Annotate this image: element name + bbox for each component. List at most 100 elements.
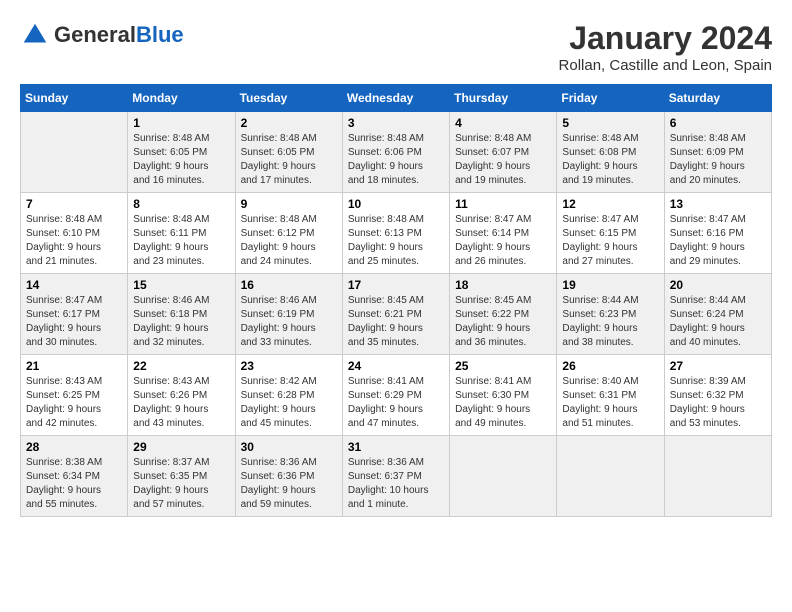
day-content: Sunrise: 8:46 AM Sunset: 6:19 PM Dayligh… xyxy=(241,294,337,350)
calendar-cell xyxy=(557,436,664,517)
day-content: Sunrise: 8:42 AM Sunset: 6:28 PM Dayligh… xyxy=(241,375,337,431)
day-content: Sunrise: 8:48 AM Sunset: 6:13 PM Dayligh… xyxy=(348,213,444,269)
day-header-thursday: Thursday xyxy=(450,85,557,112)
day-content: Sunrise: 8:48 AM Sunset: 6:08 PM Dayligh… xyxy=(562,132,658,188)
day-content: Sunrise: 8:47 AM Sunset: 6:15 PM Dayligh… xyxy=(562,213,658,269)
day-number: 22 xyxy=(133,359,229,373)
day-content: Sunrise: 8:43 AM Sunset: 6:26 PM Dayligh… xyxy=(133,375,229,431)
calendar-cell: 30 Sunrise: 8:36 AM Sunset: 6:36 PM Dayli… xyxy=(235,436,342,517)
calendar-cell: 1 Sunrise: 8:48 AM Sunset: 6:05 PM Daylig… xyxy=(128,112,235,193)
calendar-cell: 17 Sunrise: 8:45 AM Sunset: 6:21 PM Dayli… xyxy=(342,274,449,355)
day-number: 2 xyxy=(241,116,337,130)
calendar-cell: 27Sunrise: 8:39 AM Sunset: 6:32 PM Dayli… xyxy=(664,355,771,436)
calendar-cell: 4Sunrise: 8:48 AM Sunset: 6:07 PM Daylig… xyxy=(450,112,557,193)
day-number: 20 xyxy=(670,278,766,292)
calendar-cell: 9 Sunrise: 8:48 AM Sunset: 6:12 PM Daylig… xyxy=(235,193,342,274)
calendar-header-row: SundayMondayTuesdayWednesdayThursdayFrid… xyxy=(21,85,772,112)
day-number: 11 xyxy=(455,197,551,211)
day-content: Sunrise: 8:45 AM Sunset: 6:21 PM Dayligh… xyxy=(348,294,444,350)
day-content: Sunrise: 8:41 AM Sunset: 6:29 PM Dayligh… xyxy=(348,375,444,431)
day-number: 15 xyxy=(133,278,229,292)
day-number: 1 xyxy=(133,116,229,130)
calendar-week-row: 21 Sunrise: 8:43 AM Sunset: 6:25 PM Dayli… xyxy=(21,355,772,436)
day-header-friday: Friday xyxy=(557,85,664,112)
day-content: Sunrise: 8:48 AM Sunset: 6:12 PM Dayligh… xyxy=(241,213,337,269)
calendar-cell: 23 Sunrise: 8:42 AM Sunset: 6:28 PM Dayli… xyxy=(235,355,342,436)
day-header-tuesday: Tuesday xyxy=(235,85,342,112)
calendar-cell: 15Sunrise: 8:46 AM Sunset: 6:18 PM Dayli… xyxy=(128,274,235,355)
logo-blue-text: Blue xyxy=(136,22,184,47)
day-content: Sunrise: 8:48 AM Sunset: 6:05 PM Dayligh… xyxy=(133,132,229,188)
day-content: Sunrise: 8:44 AM Sunset: 6:24 PM Dayligh… xyxy=(670,294,766,350)
day-header-monday: Monday xyxy=(128,85,235,112)
day-content: Sunrise: 8:36 AM Sunset: 6:37 PM Dayligh… xyxy=(348,456,444,512)
day-number: 7 xyxy=(26,197,122,211)
calendar-week-row: 28 Sunrise: 8:38 AM Sunset: 6:34 PM Dayli… xyxy=(21,436,772,517)
day-number: 14 xyxy=(26,278,122,292)
calendar-cell xyxy=(450,436,557,517)
calendar-cell: 10 Sunrise: 8:48 AM Sunset: 6:13 PM Dayli… xyxy=(342,193,449,274)
calendar-cell: 20 Sunrise: 8:44 AM Sunset: 6:24 PM Dayli… xyxy=(664,274,771,355)
day-content: Sunrise: 8:40 AM Sunset: 6:31 PM Dayligh… xyxy=(562,375,658,431)
day-content: Sunrise: 8:44 AM Sunset: 6:23 PM Dayligh… xyxy=(562,294,658,350)
day-number: 30 xyxy=(241,440,337,454)
calendar-cell: 19Sunrise: 8:44 AM Sunset: 6:23 PM Dayli… xyxy=(557,274,664,355)
day-number: 27 xyxy=(670,359,766,373)
location-title: Rollan, Castille and Leon, Spain xyxy=(559,57,772,74)
calendar-cell: 22 Sunrise: 8:43 AM Sunset: 6:26 PM Dayli… xyxy=(128,355,235,436)
day-content: Sunrise: 8:36 AM Sunset: 6:36 PM Dayligh… xyxy=(241,456,337,512)
day-number: 3 xyxy=(348,116,444,130)
logo: GeneralBlue xyxy=(20,20,184,50)
calendar-cell: 11 Sunrise: 8:47 AM Sunset: 6:14 PM Dayli… xyxy=(450,193,557,274)
day-number: 28 xyxy=(26,440,122,454)
calendar-cell: 25 Sunrise: 8:41 AM Sunset: 6:30 PM Dayli… xyxy=(450,355,557,436)
day-content: Sunrise: 8:47 AM Sunset: 6:16 PM Dayligh… xyxy=(670,213,766,269)
day-header-sunday: Sunday xyxy=(21,85,128,112)
day-content: Sunrise: 8:48 AM Sunset: 6:11 PM Dayligh… xyxy=(133,213,229,269)
day-number: 23 xyxy=(241,359,337,373)
calendar-cell: 24Sunrise: 8:41 AM Sunset: 6:29 PM Dayli… xyxy=(342,355,449,436)
day-number: 25 xyxy=(455,359,551,373)
day-content: Sunrise: 8:45 AM Sunset: 6:22 PM Dayligh… xyxy=(455,294,551,350)
day-number: 21 xyxy=(26,359,122,373)
calendar-cell: 29Sunrise: 8:37 AM Sunset: 6:35 PM Dayli… xyxy=(128,436,235,517)
calendar-cell: 28 Sunrise: 8:38 AM Sunset: 6:34 PM Dayli… xyxy=(21,436,128,517)
day-number: 12 xyxy=(562,197,658,211)
day-content: Sunrise: 8:48 AM Sunset: 6:10 PM Dayligh… xyxy=(26,213,122,269)
day-number: 26 xyxy=(562,359,658,373)
day-number: 13 xyxy=(670,197,766,211)
day-content: Sunrise: 8:43 AM Sunset: 6:25 PM Dayligh… xyxy=(26,375,122,431)
calendar-cell: 12 Sunrise: 8:47 AM Sunset: 6:15 PM Dayli… xyxy=(557,193,664,274)
calendar-cell: 8Sunrise: 8:48 AM Sunset: 6:11 PM Daylig… xyxy=(128,193,235,274)
calendar-cell xyxy=(21,112,128,193)
day-number: 17 xyxy=(348,278,444,292)
day-number: 6 xyxy=(670,116,766,130)
calendar-week-row: 1 Sunrise: 8:48 AM Sunset: 6:05 PM Daylig… xyxy=(21,112,772,193)
day-number: 16 xyxy=(241,278,337,292)
day-number: 18 xyxy=(455,278,551,292)
calendar-week-row: 7 Sunrise: 8:48 AM Sunset: 6:10 PM Daylig… xyxy=(21,193,772,274)
day-number: 5 xyxy=(562,116,658,130)
calendar-cell: 21 Sunrise: 8:43 AM Sunset: 6:25 PM Dayli… xyxy=(21,355,128,436)
calendar-cell: 14 Sunrise: 8:47 AM Sunset: 6:17 PM Dayli… xyxy=(21,274,128,355)
day-content: Sunrise: 8:48 AM Sunset: 6:05 PM Dayligh… xyxy=(241,132,337,188)
calendar-cell: 3 Sunrise: 8:48 AM Sunset: 6:06 PM Daylig… xyxy=(342,112,449,193)
month-title: January 2024 xyxy=(559,20,772,57)
day-number: 4 xyxy=(455,116,551,130)
day-content: Sunrise: 8:38 AM Sunset: 6:34 PM Dayligh… xyxy=(26,456,122,512)
day-content: Sunrise: 8:48 AM Sunset: 6:06 PM Dayligh… xyxy=(348,132,444,188)
logo-general-text: General xyxy=(54,22,136,47)
day-content: Sunrise: 8:41 AM Sunset: 6:30 PM Dayligh… xyxy=(455,375,551,431)
day-number: 9 xyxy=(241,197,337,211)
calendar-cell: 7 Sunrise: 8:48 AM Sunset: 6:10 PM Daylig… xyxy=(21,193,128,274)
calendar-cell: 31Sunrise: 8:36 AM Sunset: 6:37 PM Dayli… xyxy=(342,436,449,517)
calendar-cell: 18 Sunrise: 8:45 AM Sunset: 6:22 PM Dayli… xyxy=(450,274,557,355)
calendar-body: 1 Sunrise: 8:48 AM Sunset: 6:05 PM Daylig… xyxy=(21,112,772,517)
calendar-cell xyxy=(664,436,771,517)
day-number: 10 xyxy=(348,197,444,211)
day-content: Sunrise: 8:37 AM Sunset: 6:35 PM Dayligh… xyxy=(133,456,229,512)
day-content: Sunrise: 8:47 AM Sunset: 6:14 PM Dayligh… xyxy=(455,213,551,269)
calendar-cell: 26 Sunrise: 8:40 AM Sunset: 6:31 PM Dayli… xyxy=(557,355,664,436)
calendar-cell: 6Sunrise: 8:48 AM Sunset: 6:09 PM Daylig… xyxy=(664,112,771,193)
day-content: Sunrise: 8:47 AM Sunset: 6:17 PM Dayligh… xyxy=(26,294,122,350)
